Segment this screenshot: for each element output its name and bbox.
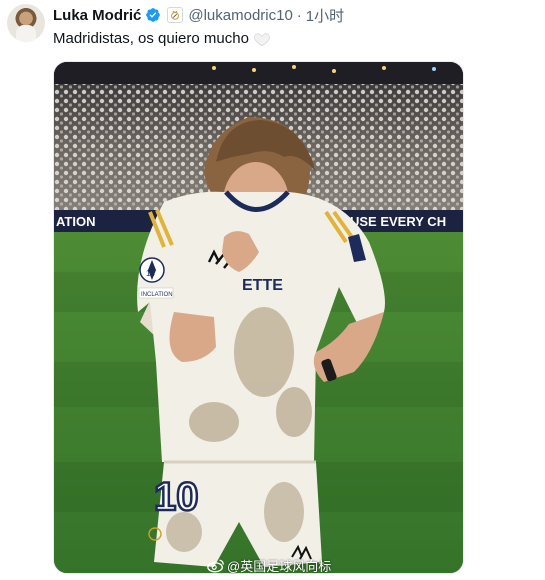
separator-dot: · [296, 6, 302, 24]
weibo-icon [207, 558, 225, 573]
tweet-text-content: Madridistas, os quiero mucho [53, 30, 249, 47]
shorts-number: 10 [154, 475, 199, 519]
sleeve-patch-text: INCLATION [141, 292, 173, 298]
sleeve-number: 14 [146, 269, 155, 278]
sponsor-text: ETTE [242, 277, 283, 294]
tweet-text: Madridistas, os quiero mucho [53, 29, 271, 49]
watermark-text: @英国足球风向标 [227, 558, 332, 574]
photo-scene: ATION USE EVERY CH 14 INCLATION ETTE 10 [54, 62, 463, 573]
verified-badge-icon [145, 7, 161, 23]
tweet-photo[interactable]: ATION USE EVERY CH 14 INCLATION ETTE 10 [53, 61, 464, 574]
ad-board-left: ATION [56, 214, 95, 229]
tweet-timestamp[interactable]: 1小时 [306, 5, 344, 26]
white-heart-icon [253, 30, 271, 48]
tweet-header: Luka Modrić @lukamodric10 · 1小时 [53, 5, 344, 25]
weibo-watermark: @英国足球风向标 [207, 556, 331, 574]
ad-board-right: USE EVERY CH [350, 214, 446, 229]
author-name[interactable]: Luka Modrić [53, 7, 141, 24]
author-handle[interactable]: @lukamodric10 [188, 7, 292, 24]
avatar[interactable] [7, 4, 45, 42]
real-madrid-crest-icon[interactable] [167, 7, 184, 23]
